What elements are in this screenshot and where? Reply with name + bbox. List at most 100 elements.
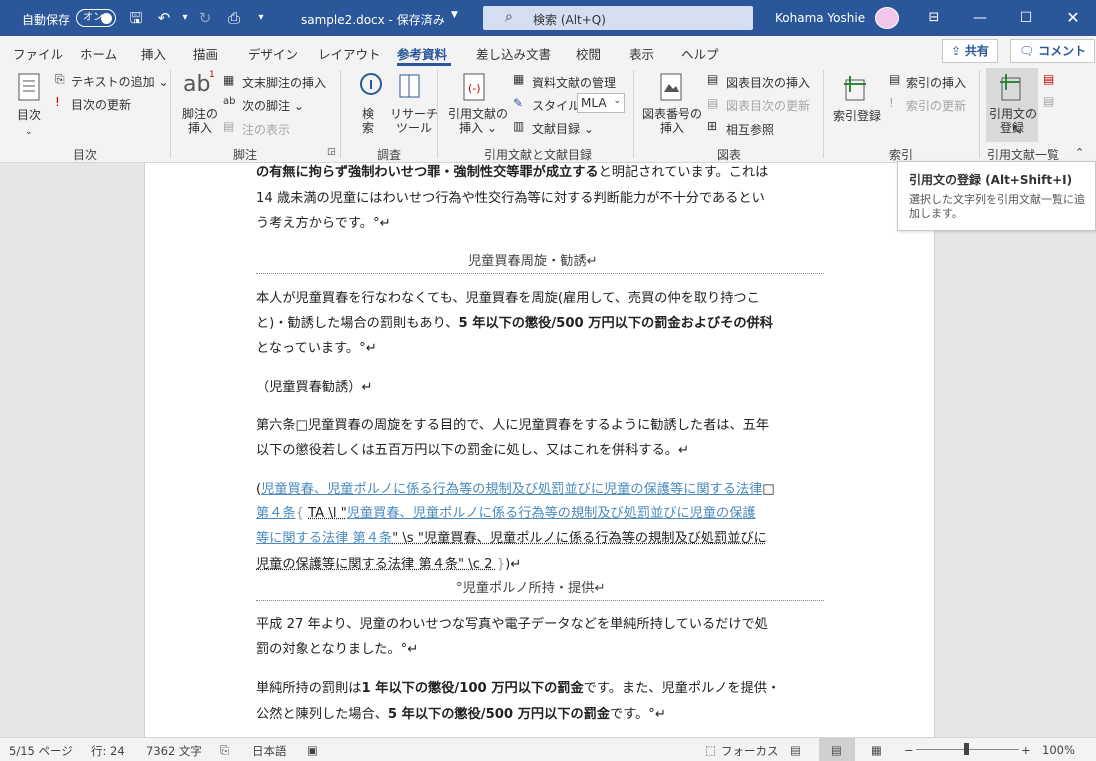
undo-icon[interactable]: ↶	[155, 9, 173, 27]
citation-style-select[interactable]: MLA ⌄	[577, 93, 625, 113]
focus-icon: ⬚	[705, 743, 716, 757]
insert-table-of-authorities-icon[interactable]: ▤	[1043, 72, 1054, 86]
section-heading[interactable]: 児童買春周旋・勧誘↵	[468, 250, 598, 269]
citation-field-line[interactable]: 児童の保護等に関する法律 第４条" \c 2 })↵	[256, 553, 521, 572]
bibliography-icon: ▥	[513, 119, 525, 133]
accessibility-icon[interactable]: ▣	[307, 743, 318, 757]
maximize-icon[interactable]: ☐	[1003, 0, 1049, 36]
doc-line[interactable]: と)・勧誘した場合の罰則もあり、5 年以下の懲役/500 万円以下の罰金およびそ…	[256, 312, 773, 331]
update-index-button[interactable]: 索引の更新	[906, 97, 966, 114]
touch-mode-icon[interactable]: ⎙	[225, 9, 243, 27]
insert-caption-button[interactable]: 図表番号の 挿入	[642, 107, 702, 135]
citation-field-line[interactable]: 等に関する法律 第４条" \s "児童買春、児童ポルノに係る行為等の規制及び処罰…	[256, 527, 767, 546]
tab-review[interactable]: 校閲	[576, 44, 601, 63]
citation-field-line[interactable]: (児童買春、児童ポルノに係る行為等の規制及び処罰並びに児童の保護等に関する法律□	[256, 478, 775, 497]
autosave-toggle[interactable]: オン	[76, 9, 116, 27]
update-table-of-authorities-icon[interactable]: ▤	[1043, 94, 1054, 108]
user-name[interactable]: Kohama Yoshie	[775, 11, 865, 25]
doc-line[interactable]: う考え方からです。°↵	[256, 212, 391, 231]
share-icon: ⇪	[951, 44, 965, 58]
close-icon[interactable]: ✕	[1050, 0, 1096, 36]
tab-insert[interactable]: 挿入	[141, 44, 166, 63]
tab-layout[interactable]: レイアウト	[318, 44, 381, 63]
tooltip-title: 引用文の登録 (Alt+Shift+I)	[909, 173, 1073, 187]
title-dropdown-icon[interactable]: ▼	[451, 10, 458, 20]
proofing-icon[interactable]: ⎘	[220, 743, 229, 758]
print-layout-icon: ▤	[831, 743, 842, 757]
collapse-ribbon-icon[interactable]: ⌃	[1075, 146, 1084, 159]
doc-line[interactable]: 公然と陳列した場合、5 年以下の懲役/500 万円以下の罰金です。°↵	[256, 703, 666, 722]
insert-endnote-button[interactable]: 文末脚注の挿入	[242, 74, 326, 91]
section-heading[interactable]: °児童ポルノ所持・提供↵	[456, 577, 606, 596]
group-label-footnotes: 脚注	[233, 148, 258, 162]
doc-line[interactable]: の有無に拘らず強制わいせつ罪・強制性交等罪が成立すると明記されています。これは	[256, 161, 768, 180]
doc-line[interactable]: 本人が児童買春を行なわなくても、児童買春を周旋(雇用して、売買の仲を取り持つこ	[256, 287, 760, 306]
update-table-icon: !	[55, 95, 60, 109]
search-button[interactable]: 検索	[362, 107, 374, 135]
update-table-of-figures-icon: ▤	[707, 96, 719, 110]
doc-line[interactable]: 平成 27 年より、児童のわいせつな写真や電子データなどを単純所持しているだけで…	[256, 613, 768, 632]
line-number[interactable]: 行: 24	[91, 743, 125, 759]
tab-view[interactable]: 表示	[629, 44, 654, 63]
share-button[interactable]: ⇪ 共有	[942, 39, 998, 63]
doc-line[interactable]: 第六条□児童買春の周旋をする目的で、人に児童買春をするように勧誘した者は、五年	[256, 414, 769, 433]
show-notes-button[interactable]: 注の表示	[242, 121, 290, 138]
mark-entry-button[interactable]: 索引登録	[833, 107, 881, 124]
group-separator	[170, 70, 171, 158]
footnote-superscript: 1	[209, 70, 215, 80]
search-box[interactable]: ⌕ 検索 (Alt+Q)	[483, 6, 753, 30]
add-text-button[interactable]: テキストの追加 ⌄	[71, 73, 169, 90]
zoom-out-icon[interactable]: −	[904, 743, 914, 757]
save-icon[interactable]: 🖫	[127, 9, 145, 27]
footnotes-dialog-launcher-icon[interactable]: ◲	[327, 147, 336, 157]
zoom-slider-thumb[interactable]	[964, 743, 969, 755]
tab-draw[interactable]: 描画	[193, 44, 218, 63]
manage-sources-button[interactable]: 資料文献の管理	[532, 74, 616, 91]
cross-reference-button[interactable]: 相互参照	[726, 121, 774, 138]
doc-line[interactable]: 以下の懲役若しくは五百万円以下の罰金に処し、又はこれを併科する。↵	[256, 439, 689, 458]
tab-home[interactable]: ホーム	[80, 44, 117, 63]
doc-line[interactable]: となっています。°↵	[256, 337, 377, 356]
group-separator	[633, 70, 634, 158]
doc-line[interactable]: 罰の対象となりました。°↵	[256, 638, 418, 657]
update-table-of-figures-button[interactable]: 図表目次の更新	[726, 97, 810, 114]
group-separator	[437, 70, 438, 158]
word-count[interactable]: 7362 文字	[146, 743, 202, 759]
tab-help[interactable]: ヘルプ	[681, 44, 719, 63]
comments-button[interactable]: 🗨 コメント	[1010, 39, 1096, 63]
doc-line[interactable]: 14 歳未満の児童にはわいせつ行為や性交行為等に対する判断能力が不十分であるとい	[256, 187, 765, 206]
next-footnote-button[interactable]: 次の脚注 ⌄	[242, 97, 304, 114]
zoom-in-icon[interactable]: +	[1021, 743, 1031, 757]
doc-line[interactable]: 単純所持の罰則は1 年以下の懲役/100 万円以下の罰金です。また、児童ポルノを…	[256, 677, 780, 696]
focus-mode-button[interactable]: フォーカス	[721, 743, 779, 759]
tab-mailings[interactable]: 差し込み文書	[476, 44, 551, 63]
doc-line[interactable]: （児童買春勧誘）↵	[256, 376, 373, 395]
zoom-level[interactable]: 100%	[1042, 743, 1075, 757]
minimize-icon[interactable]: —	[957, 0, 1003, 36]
insert-caption-icon	[660, 73, 682, 101]
bibliography-button[interactable]: 文献目録 ⌄	[532, 120, 594, 137]
document-title[interactable]: sample2.docx - 保存済み	[301, 11, 445, 28]
tab-design[interactable]: デザイン	[248, 44, 298, 63]
update-table-button[interactable]: 目次の更新	[71, 96, 131, 113]
insert-citation-button[interactable]: 引用文献の 挿入 ⌄	[448, 107, 508, 135]
insert-table-of-figures-button[interactable]: 図表目次の挿入	[726, 74, 810, 91]
print-layout-button[interactable]: ▤	[819, 738, 855, 761]
citation-field-line[interactable]: 第４条{ TA \l "児童買春、児童ポルノに係る行為等の規制及び処罰並びに児童…	[256, 502, 756, 521]
tab-file[interactable]: ファイル	[13, 44, 63, 63]
redo-icon[interactable]: ↻	[196, 9, 214, 27]
customize-quick-access-icon[interactable]: ▾	[252, 9, 270, 27]
group-separator	[340, 70, 341, 158]
page-count[interactable]: 5/15 ページ	[9, 743, 73, 759]
web-layout-icon[interactable]: ▦	[871, 743, 882, 757]
language[interactable]: 日本語	[252, 743, 287, 759]
table-of-contents-button[interactable]: 目次 ⌄	[17, 106, 45, 137]
undo-dropdown-icon[interactable]: ▾	[176, 9, 194, 27]
read-mode-icon[interactable]: ▤	[790, 743, 801, 757]
insert-footnote-button[interactable]: 脚注の 挿入	[182, 107, 218, 135]
avatar[interactable]	[875, 7, 899, 29]
researcher-button[interactable]: リサーチ ツール	[390, 107, 438, 135]
tab-references[interactable]: 参考資料	[397, 44, 447, 63]
ribbon-display-options-icon[interactable]: ⊟	[911, 0, 957, 36]
insert-index-button[interactable]: 索引の挿入	[906, 74, 966, 91]
